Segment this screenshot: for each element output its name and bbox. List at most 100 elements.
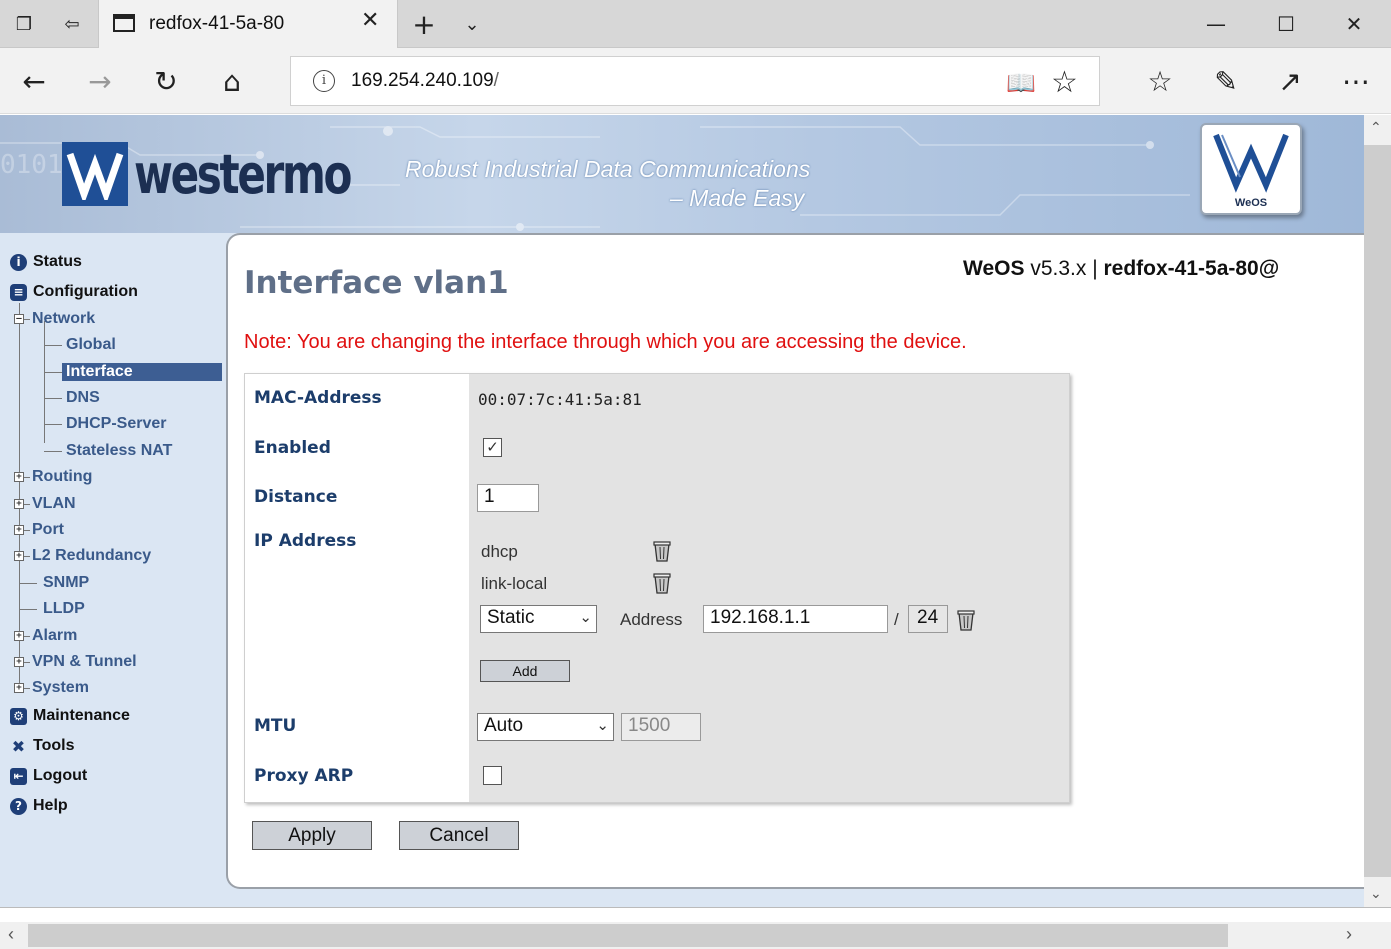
vertical-scrollbar[interactable]: ⌃ ⌄ xyxy=(1364,115,1391,907)
scroll-down-icon[interactable]: ⌄ xyxy=(1370,885,1382,902)
sidebar-item-label: System xyxy=(32,679,89,696)
sidebar-item-label: Help xyxy=(33,797,68,814)
add-address-button[interactable]: Add xyxy=(480,660,570,682)
mtu-label: MTU xyxy=(254,716,297,736)
sidebar-item-maintenance[interactable]: ⚙ Maintenance xyxy=(10,705,130,727)
sidebar-item-label: Tools xyxy=(33,737,75,754)
mtu-mode-select[interactable]: Auto ⌄ xyxy=(477,713,614,741)
enabled-checkbox[interactable]: ✓ xyxy=(483,438,502,457)
sidebar-item-snmp[interactable]: SNMP xyxy=(19,572,89,594)
minimize-icon[interactable]: — xyxy=(1196,6,1236,42)
sidebar-item-network[interactable]: – Network xyxy=(14,308,95,330)
favorite-star-icon[interactable]: ☆ xyxy=(1051,65,1078,100)
tagline-line-2: – Made Easy xyxy=(670,185,805,211)
browser-nav-bar: ← → ↻ ⌂ i 169.254.240.109/ 📖 ☆ ☆ ✎ ↗ ⋯ xyxy=(0,48,1391,114)
tab-manager-icon[interactable]: ❐ xyxy=(8,8,40,40)
sidebar-item-vpn-tunnel[interactable]: + VPN & Tunnel xyxy=(14,651,137,673)
forward-icon[interactable]: → xyxy=(80,62,120,100)
proxy-arp-checkbox[interactable] xyxy=(483,766,502,785)
trash-icon[interactable] xyxy=(957,609,975,631)
product-name: WeOS xyxy=(963,257,1025,280)
sidebar-item-alarm[interactable]: + Alarm xyxy=(14,625,77,647)
apply-button[interactable]: Apply xyxy=(252,821,372,850)
cancel-button[interactable]: Cancel xyxy=(399,821,519,850)
ip-address-input[interactable]: 192.168.1.1 xyxy=(703,605,888,633)
svg-text:0101: 0101 xyxy=(0,150,63,180)
site-info-icon[interactable]: i xyxy=(313,70,335,92)
page-bottom-strip xyxy=(0,907,1391,922)
favorites-hub-icon[interactable]: ☆ xyxy=(1140,62,1180,100)
back-icon[interactable]: ← xyxy=(14,62,54,100)
scroll-up-icon[interactable]: ⌃ xyxy=(1370,119,1382,136)
enabled-label: Enabled xyxy=(254,438,331,458)
sidebar-item-system[interactable]: + System xyxy=(14,677,89,699)
expand-icon[interactable]: + xyxy=(14,683,24,693)
home-icon[interactable]: ⌂ xyxy=(212,62,252,100)
prefix-length-input[interactable]: 24 xyxy=(908,605,948,633)
sidebar-item-routing[interactable]: + Routing xyxy=(14,466,92,488)
westermo-logo: westermo xyxy=(62,142,411,206)
expand-icon[interactable]: + xyxy=(14,499,24,509)
sidebar-item-help[interactable]: ? Help xyxy=(10,795,68,817)
address-bar[interactable]: i 169.254.240.109/ 📖 ☆ xyxy=(290,56,1100,106)
horizontal-scrollbar[interactable]: ‹ › xyxy=(0,922,1391,949)
sidebar-item-l2-redundancy[interactable]: + L2 Redundancy xyxy=(14,545,151,567)
close-window-icon[interactable]: ✕ xyxy=(1334,6,1374,42)
sidebar-item-label: Routing xyxy=(32,468,93,485)
vertical-scroll-thumb[interactable] xyxy=(1364,145,1391,877)
version-info: WeOS v5.3.x | redfox-41-5a-80@ xyxy=(963,257,1279,281)
trash-icon[interactable] xyxy=(653,572,671,594)
sidebar-item-label: VPN & Tunnel xyxy=(32,653,137,670)
sidebar-item-global[interactable]: Global xyxy=(44,334,116,356)
sidebar-item-interface[interactable]: Interface xyxy=(44,361,222,383)
more-menu-icon[interactable]: ⋯ xyxy=(1336,62,1376,100)
sidebar-item-label: Maintenance xyxy=(33,707,130,724)
sidebar-item-label: Global xyxy=(66,336,116,353)
mtu-value-input[interactable]: 1500 xyxy=(621,713,701,741)
expand-icon[interactable]: + xyxy=(14,631,24,641)
sidebar-item-label: Alarm xyxy=(32,627,78,644)
sidebar-item-lldp[interactable]: LLDP xyxy=(19,598,85,620)
help-icon: ? xyxy=(10,797,27,815)
set-tabs-aside-icon[interactable]: ⇦ xyxy=(56,8,88,40)
sidebar-item-label: DNS xyxy=(66,389,100,406)
sidebar-item-port[interactable]: + Port xyxy=(14,519,64,541)
sidebar-item-dhcp-server[interactable]: DHCP-Server xyxy=(44,413,166,435)
tab-list-chevron-icon[interactable]: ⌄ xyxy=(456,8,488,40)
distance-label: Distance xyxy=(254,487,338,507)
share-icon[interactable]: ↗ xyxy=(1270,62,1310,100)
reading-view-icon[interactable]: 📖 xyxy=(1006,69,1036,97)
sidebar-item-logout[interactable]: ⇤ Logout xyxy=(10,765,87,787)
tagline: Robust Industrial Data Communications – … xyxy=(405,155,810,213)
sidebar-item-vlan[interactable]: + VLAN xyxy=(14,493,76,515)
page-title: Interface vlan1 xyxy=(244,265,509,301)
browser-tab-bar: ❐ ⇦ redfox-41-5a-80 ✕ + ⌄ — ☐ ✕ xyxy=(0,0,1391,48)
refresh-icon[interactable]: ↻ xyxy=(146,62,186,100)
sidebar-item-configuration[interactable]: ≡ Configuration xyxy=(10,281,138,303)
maximize-icon[interactable]: ☐ xyxy=(1266,6,1306,42)
sidebar-item-dns[interactable]: DNS xyxy=(44,387,100,409)
browser-tab[interactable]: redfox-41-5a-80 ✕ xyxy=(98,0,398,48)
trash-icon[interactable] xyxy=(653,540,671,562)
sidebar-item-label: L2 Redundancy xyxy=(32,547,152,564)
page-viewport: 0101 westermo Robust Industrial Data Com… xyxy=(0,115,1364,907)
web-note-pen-icon[interactable]: ✎ xyxy=(1206,62,1246,100)
sidebar-item-status[interactable]: i Status xyxy=(10,251,82,273)
distance-input[interactable]: 1 xyxy=(477,484,539,512)
expand-icon[interactable]: + xyxy=(14,472,24,482)
ip-mode-select[interactable]: Static ⌄ xyxy=(480,605,597,633)
sidebar-item-tools[interactable]: ✖ Tools xyxy=(10,735,75,757)
sidebar-item-label: Network xyxy=(32,310,96,327)
expand-icon[interactable]: + xyxy=(14,525,24,535)
sidebar-item-label: Logout xyxy=(33,767,88,784)
collapse-icon[interactable]: – xyxy=(14,314,24,324)
scroll-right-icon[interactable]: › xyxy=(1346,924,1352,945)
expand-icon[interactable]: + xyxy=(14,551,24,561)
scroll-left-icon[interactable]: ‹ xyxy=(8,924,14,945)
horizontal-scroll-thumb[interactable] xyxy=(28,924,1228,947)
new-tab-icon[interactable]: + xyxy=(408,8,440,41)
hostname: redfox-41-5a-80@ xyxy=(1103,257,1280,280)
sidebar-item-stateless-nat[interactable]: Stateless NAT xyxy=(44,440,172,462)
expand-icon[interactable]: + xyxy=(14,657,24,667)
close-tab-icon[interactable]: ✕ xyxy=(361,8,379,33)
